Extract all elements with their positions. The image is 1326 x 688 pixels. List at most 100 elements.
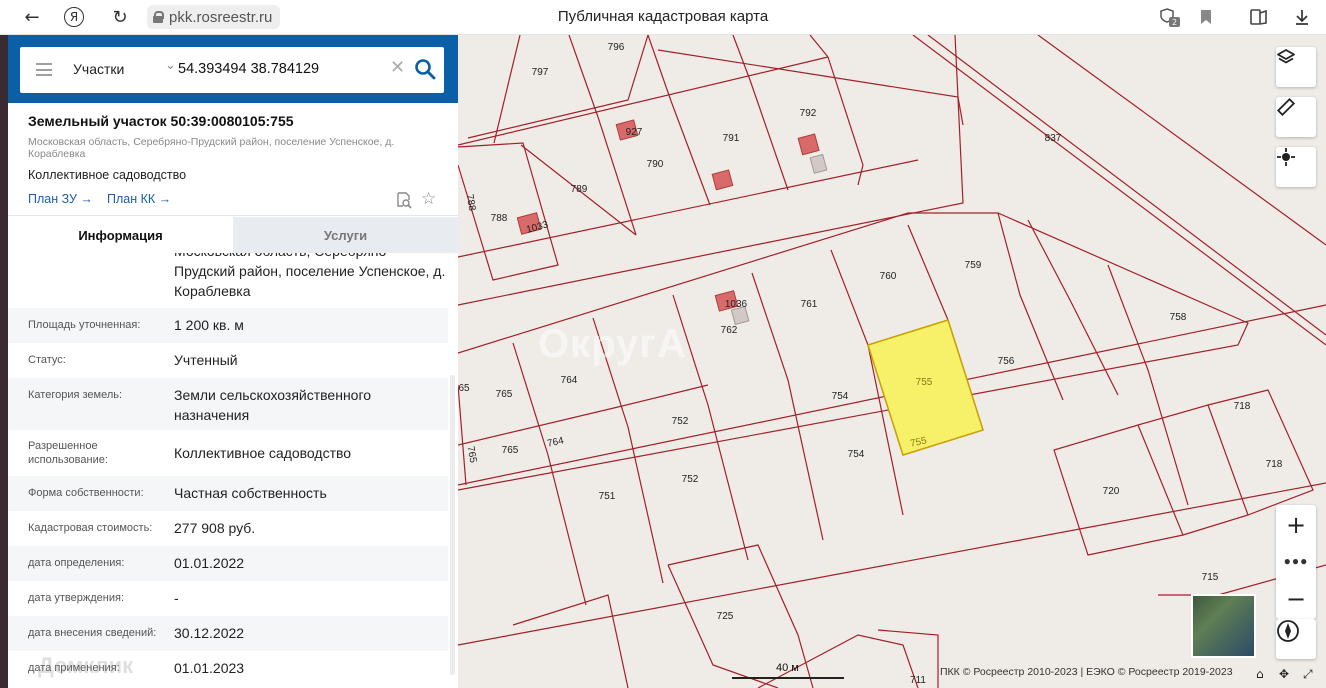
attribute-row-permitted-use: Разрешенное использование: Коллективное … [8,430,448,476]
parcel-label: 760 [880,271,897,282]
domclick-watermark: Домклик [38,653,134,678]
parcel-label: 792 [800,108,817,119]
home-icon[interactable]: ⌂ [1256,667,1264,681]
search-type-select[interactable]: Участки [73,61,124,77]
bookmark-icon[interactable] [1192,4,1220,30]
map-attribution: ПКК © Росреестр 2010-2023 | ЕЭКО © Росре… [940,666,1233,678]
parcel-label: 765 [496,389,513,400]
parcel-type: Коллективное садоводство [28,168,187,182]
ruler-icon [1276,97,1296,117]
parcel-address: Московская область, Серебряно-Прудский р… [28,136,395,160]
page-title: Публичная кадастровая карта [557,8,769,25]
favorite-star-icon[interactable]: ☆ [421,189,436,209]
menu-icon[interactable] [36,63,52,76]
parcel-label: 756 [998,356,1015,367]
fullscreen-icon[interactable]: ⤢ [1303,667,1313,682]
target-icon[interactable]: ✥ [1279,667,1289,681]
attribute-row-category: Категория земель: Земли сельскохозяйстве… [8,378,448,430]
attribute-label: дата утверждения: [28,592,125,604]
attribute-row-entry-date: дата внесения сведений: 30.12.2022 [8,616,448,651]
attribute-value: - [174,590,179,606]
satellite-minimap[interactable] [1191,594,1256,658]
compass-icon [1277,620,1299,642]
attribute-label: дата определения: [28,557,125,569]
notif-count: 2 [1172,18,1177,27]
parcel-label: 752 [672,416,689,427]
parcel-label: 764 [561,375,578,386]
attribute-value: Частная собственность [174,485,327,501]
search-input[interactable]: 54.393494 38.784129 [178,61,319,77]
parcel-label: 796 [608,42,625,53]
crosshair-icon [1277,148,1295,166]
parcel-label: 752 [682,474,699,485]
parcel-label: 762 [721,325,738,336]
attribute-value: Земли сельскохозяйственного назначения [174,387,372,423]
measure-button[interactable] [1276,97,1316,137]
parcel-label: 837 [1045,133,1062,144]
security-shield-icon[interactable]: 2 [1155,4,1183,30]
browser-toolbar: ← Я ↻ pkk.rosreestr.ru Публичная кадастр… [0,0,1326,35]
zoom-to-parcel-icon[interactable] [395,191,413,209]
chevron-down-icon[interactable]: ⌄ [165,58,176,73]
tab-information[interactable]: Информация [8,217,233,253]
scrollbar[interactable] [450,375,455,675]
locate-button[interactable] [1276,147,1316,187]
parcel-label: 791 [723,133,740,144]
download-icon[interactable] [1288,4,1316,30]
scale-label: 40 м [776,662,799,674]
attribute-label: Категория земель: [28,389,123,401]
layers-button[interactable] [1276,47,1316,87]
attributes-list: Московская область, Серебряно-Прудский р… [8,253,458,688]
parcel-label: 754 [848,449,865,460]
attribute-value: 277 908 руб. [174,520,256,536]
divider [8,215,458,216]
compass-button[interactable] [1276,619,1316,659]
parcel-label: 765 [465,445,479,464]
attribute-value: 1 200 кв. м [174,317,244,333]
collections-icon[interactable] [1245,4,1273,30]
attribute-row-def-date: дата определения: 01.01.2022 [8,546,448,581]
attribute-label: дата внесения сведений: [28,627,157,639]
zoom-more-icon[interactable]: ●●● [1276,543,1316,579]
parcel-label: 927 [626,127,643,138]
attribute-label: Статус: [28,354,66,366]
cadastral-map[interactable]: 796 797 792 791 790 927 789 788 788 1033… [458,35,1326,688]
search-box: Участки ⌄ 54.393494 38.784129 ✕ [20,47,444,93]
attribute-value: 01.01.2023 [174,660,245,676]
clear-icon[interactable]: ✕ [390,57,405,78]
attribute-value: 30.12.2022 [174,625,245,641]
parcel-label: 755 [916,377,933,388]
parcel-label: 718 [1234,401,1251,412]
attribute-value: Учтенный [174,352,238,368]
attribute-row-status: Статус: Учтенный [8,343,448,378]
parcel-label: 720 [1103,486,1120,497]
parcel-label: 725 [717,611,734,622]
parcel-label: 765 [502,445,519,456]
zoom-control: + ●●● − [1276,505,1316,619]
attribute-row-approve-date: дата утверждения: - [8,581,448,616]
attribute-row-area: Площадь уточненная: 1 200 кв. м [8,308,448,343]
parcel-label: 715 [1202,572,1219,583]
attribute-row-address: Московская область, Серебряно-Прудский р… [8,253,448,307]
plan-kk-link[interactable]: План КК → [107,192,171,206]
browser-window: ← Я ↻ pkk.rosreestr.ru Публичная кадастр… [0,0,1326,688]
zoom-in-button[interactable]: + [1276,507,1316,543]
plan-zu-link[interactable]: План ЗУ → [28,192,93,206]
attribute-label: Площадь уточненная: [28,319,141,331]
attribute-label: Разрешенное использование: [28,440,108,466]
parcel-label: 1036 [725,299,748,310]
attribute-value: 01.01.2022 [174,555,245,571]
parcel-label: 758 [1170,312,1187,323]
search-header: Участки ⌄ 54.393494 38.784129 ✕ ‹ [8,35,474,103]
parcel-label: 751 [599,491,616,502]
info-panel: Участки ⌄ 54.393494 38.784129 ✕ ‹ Земель… [8,35,474,688]
attribute-row-cadastral-cost: Кадастровая стоимость: 277 908 руб. [8,511,448,546]
zoom-out-button[interactable]: − [1276,581,1316,617]
tab-services[interactable]: Услуги [233,217,458,253]
attribute-value: Коллективное садоводство [174,445,352,461]
parcel-title: Земельный участок 50:39:0080105:755 [28,113,294,129]
attribute-label: Форма собственности: [28,487,144,499]
parcel-label: 797 [532,67,549,78]
search-icon[interactable] [414,58,436,80]
parcel-label: 718 [1266,459,1283,470]
